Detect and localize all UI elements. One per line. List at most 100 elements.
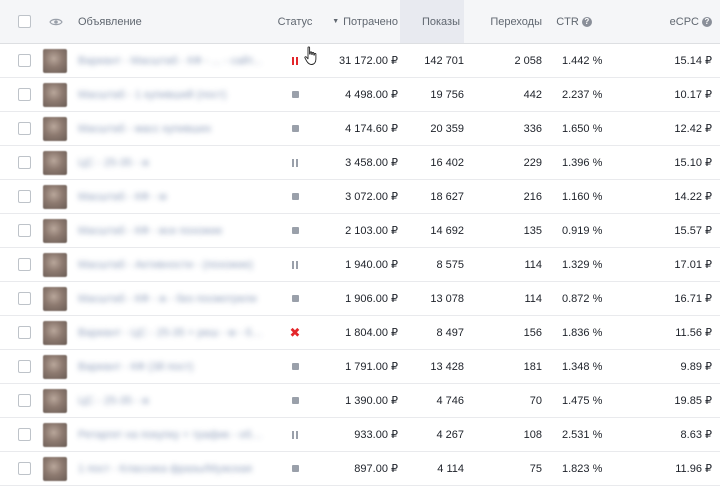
- ad-thumbnail-image[interactable]: [43, 320, 67, 345]
- ad-name-cell[interactable]: Вариант - ЦС - 25-35 + реш - м - без...: [78, 316, 268, 349]
- ad-thumbnail-image[interactable]: [43, 150, 67, 175]
- row-select-cell[interactable]: [16, 282, 32, 315]
- row-checkbox[interactable]: [17, 428, 31, 441]
- row-select-cell[interactable]: [16, 384, 32, 417]
- table-row[interactable]: Масштаб - КФ - м 3 072.00 ₽ 18 627 216 1…: [0, 180, 720, 214]
- table-row[interactable]: Масштаб - КФ - ж - без посмотрели 1 906.…: [0, 282, 720, 316]
- row-select-cell[interactable]: [16, 214, 32, 247]
- ad-thumbnail-image[interactable]: [43, 354, 67, 379]
- ad-name-cell[interactable]: Масштаб - 1 купивший (пост): [78, 78, 268, 111]
- ad-thumbnail[interactable]: [42, 350, 68, 383]
- ad-status-cell[interactable]: [276, 180, 314, 213]
- row-checkbox[interactable]: [17, 54, 31, 67]
- ad-name-cell[interactable]: 1 пост - Классика фразы/Мужская: [78, 452, 268, 485]
- ad-thumbnail[interactable]: [42, 44, 68, 77]
- eye-icon[interactable]: [49, 17, 63, 27]
- ad-status-cell[interactable]: [276, 146, 314, 179]
- stop-icon[interactable]: [289, 89, 301, 101]
- pause-icon[interactable]: [289, 259, 301, 271]
- ad-status-cell[interactable]: [276, 350, 314, 383]
- stop-icon[interactable]: [289, 463, 301, 475]
- ad-name-link[interactable]: ЦС - 25-35 - ж: [78, 157, 149, 169]
- ad-name-cell[interactable]: Масштаб - КФ - все похожие: [78, 214, 268, 247]
- ad-thumbnail[interactable]: [42, 214, 68, 247]
- ad-name-link[interactable]: Масштаб - масс купивших: [78, 123, 211, 135]
- ad-thumbnail-image[interactable]: [43, 456, 67, 481]
- table-row[interactable]: ЦС - 25-35 - ж 3 458.00 ₽ 16 402 229 1.3…: [0, 146, 720, 180]
- table-row[interactable]: ЦС - 25-35 - ж 1 390.00 ₽ 4 746 70 1.475…: [0, 384, 720, 418]
- row-checkbox[interactable]: [17, 360, 31, 373]
- ad-name-cell[interactable]: ЦС - 25-35 - ж: [78, 146, 268, 179]
- row-select-cell[interactable]: [16, 78, 32, 111]
- ad-thumbnail-image[interactable]: [43, 388, 67, 413]
- row-checkbox[interactable]: [17, 326, 31, 339]
- ecpc-help-icon[interactable]: ?: [702, 16, 712, 27]
- ad-thumbnail[interactable]: [42, 452, 68, 485]
- ad-name-link[interactable]: 1 пост - Классика фразы/Мужская: [78, 463, 252, 475]
- row-select-cell[interactable]: [16, 452, 32, 485]
- ad-name-cell[interactable]: Масштаб - КФ - ж - без посмотрели: [78, 282, 268, 315]
- ad-name-cell[interactable]: ЦС - 25-35 - ж: [78, 384, 268, 417]
- header-ecpc[interactable]: eCPC ?: [604, 0, 712, 43]
- ad-name-cell[interactable]: Масштаб - КФ - м: [78, 180, 268, 213]
- error-icon[interactable]: ✖: [289, 326, 301, 339]
- select-all-cell[interactable]: [16, 0, 32, 43]
- ad-name-link[interactable]: Масштаб - 1 купивший (пост): [78, 89, 227, 101]
- ad-thumbnail[interactable]: [42, 384, 68, 417]
- table-row[interactable]: Ретаргет на покупку + трафик - общ... 93…: [0, 418, 720, 452]
- header-shows[interactable]: Показы: [400, 0, 464, 43]
- eye-icon-cell[interactable]: [46, 0, 66, 43]
- header-spent[interactable]: ▼ Потрачено: [318, 0, 398, 43]
- table-row[interactable]: 1 пост - Классика фразы/Мужская 897.00 ₽…: [0, 452, 720, 486]
- table-row[interactable]: Масштаб - Активности - (похожие) 1 940.0…: [0, 248, 720, 282]
- stop-icon[interactable]: [289, 123, 301, 135]
- ad-thumbnail-image[interactable]: [43, 82, 67, 107]
- stop-icon[interactable]: [289, 361, 301, 373]
- row-select-cell[interactable]: [16, 316, 32, 349]
- row-select-cell[interactable]: [16, 248, 32, 281]
- ad-status-cell[interactable]: [276, 214, 314, 247]
- ad-thumbnail-image[interactable]: [43, 116, 67, 141]
- table-row[interactable]: Масштаб - КФ - все похожие 2 103.00 ₽ 14…: [0, 214, 720, 248]
- row-checkbox[interactable]: [17, 292, 31, 305]
- ad-status-cell[interactable]: [276, 248, 314, 281]
- ad-name-cell[interactable]: Масштаб - Активности - (похожие): [78, 248, 268, 281]
- ad-name-link[interactable]: Ретаргет на покупку + трафик - общ...: [78, 429, 268, 441]
- row-checkbox[interactable]: [17, 122, 31, 135]
- ctr-help-icon[interactable]: ?: [581, 16, 592, 27]
- ad-thumbnail[interactable]: [42, 78, 68, 111]
- stop-icon[interactable]: [289, 191, 301, 203]
- ad-status-cell[interactable]: [276, 384, 314, 417]
- row-checkbox[interactable]: [17, 156, 31, 169]
- row-checkbox[interactable]: [17, 88, 31, 101]
- ad-status-cell[interactable]: [276, 282, 314, 315]
- row-checkbox[interactable]: [17, 462, 31, 475]
- stop-icon[interactable]: [289, 395, 301, 407]
- ad-name-cell[interactable]: Масштаб - масс купивших: [78, 112, 268, 145]
- ad-thumbnail-image[interactable]: [43, 48, 67, 73]
- select-all-checkbox[interactable]: [17, 15, 31, 28]
- header-ctr[interactable]: CTR ?: [546, 0, 602, 43]
- ad-name-cell[interactable]: Вариант - Масштаб - КФ - ... - сайт...: [78, 44, 268, 77]
- row-select-cell[interactable]: [16, 180, 32, 213]
- ad-status-cell[interactable]: ✖: [276, 316, 314, 349]
- ad-name-cell[interactable]: Ретаргет на покупку + трафик - общ...: [78, 418, 268, 451]
- ad-thumbnail[interactable]: [42, 418, 68, 451]
- row-select-cell[interactable]: [16, 350, 32, 383]
- table-row[interactable]: Масштаб - масс купивших 4 174.60 ₽ 20 35…: [0, 112, 720, 146]
- ad-name-link[interactable]: Масштаб - Активности - (похожие): [78, 259, 253, 271]
- ad-thumbnail-image[interactable]: [43, 286, 67, 311]
- row-checkbox[interactable]: [17, 224, 31, 237]
- ad-thumbnail[interactable]: [42, 112, 68, 145]
- table-row[interactable]: Масштаб - 1 купивший (пост) 4 498.00 ₽ 1…: [0, 78, 720, 112]
- ad-thumbnail[interactable]: [42, 282, 68, 315]
- ad-name-cell[interactable]: Вариант - КФ (3й пост): [78, 350, 268, 383]
- header-clicks[interactable]: Переходы: [466, 0, 542, 43]
- ad-thumbnail-image[interactable]: [43, 184, 67, 209]
- row-checkbox[interactable]: [17, 258, 31, 271]
- ad-thumbnail-image[interactable]: [43, 252, 67, 277]
- header-status[interactable]: Статус: [276, 0, 314, 43]
- ad-name-link[interactable]: Масштаб - КФ - ж - без посмотрели: [78, 293, 257, 305]
- ad-thumbnail[interactable]: [42, 248, 68, 281]
- row-select-cell[interactable]: [16, 112, 32, 145]
